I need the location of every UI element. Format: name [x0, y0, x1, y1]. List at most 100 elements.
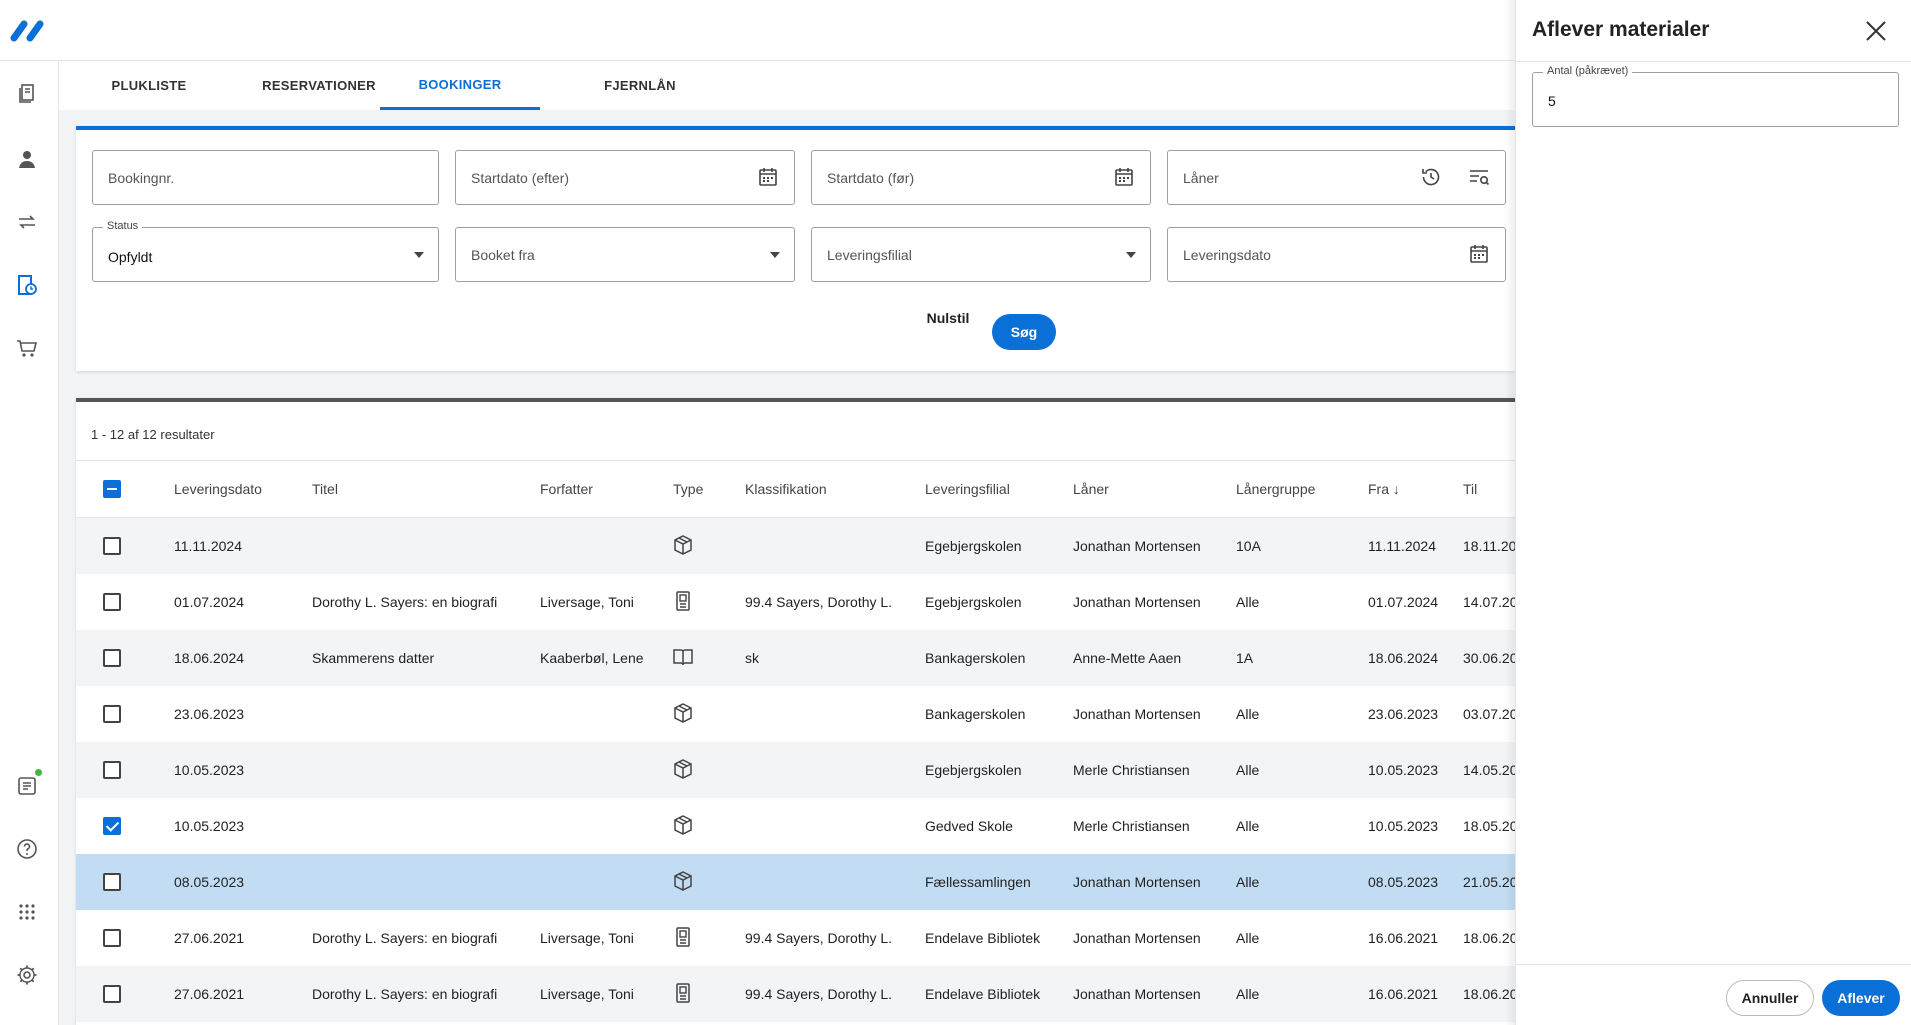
advanced-search-icon[interactable]: [1467, 165, 1491, 189]
column-header-title[interactable]: Titel: [312, 481, 338, 497]
booking-number-input[interactable]: Bookingnr.: [92, 150, 439, 205]
search-button[interactable]: Søg: [992, 314, 1056, 350]
column-header-delivery-date[interactable]: Leveringsdato: [174, 481, 262, 497]
table-row[interactable]: 27.06.2021 Dorothy L. Sayers: en biografi…: [76, 966, 1515, 1022]
row-checkbox[interactable]: [103, 705, 121, 723]
table-row[interactable]: 18.06.2024 Skammerens datter Kaaberbøl, Le…: [76, 630, 1515, 686]
apps-grid-icon[interactable]: [12, 897, 42, 927]
cell-borrower-group: 1A: [1236, 650, 1254, 666]
results-panel: 1 - 12 af 12 resultater Leveringsdato Ti…: [76, 398, 1515, 1025]
tab-bookinger[interactable]: BOOKINGER: [380, 61, 540, 110]
column-header-from[interactable]: Fra ↓: [1368, 481, 1400, 497]
news-icon[interactable]: [12, 769, 42, 801]
row-checkbox[interactable]: [103, 817, 121, 835]
cell-author: Liversage, Toni: [540, 930, 634, 946]
cell-borrower-group: Alle: [1236, 874, 1260, 890]
package-icon: [674, 535, 692, 555]
borrower-input[interactable]: Låner: [1167, 150, 1506, 205]
start-after-placeholder: Startdato (efter): [471, 170, 570, 186]
close-icon[interactable]: [1861, 16, 1891, 46]
table-row[interactable]: 11.11.2024 Egebjergskolen Jonathan Mortens…: [76, 518, 1515, 574]
calendar-icon[interactable]: [756, 165, 780, 189]
table-row[interactable]: 10.05.2023 Gedved Skole Merle Christiansen…: [76, 798, 1515, 854]
history-icon[interactable]: [1419, 165, 1443, 189]
calendar-icon[interactable]: [1112, 165, 1136, 189]
ebook-icon: [676, 983, 690, 1003]
cell-from: 01.07.2024: [1368, 594, 1439, 610]
cell-delivery-branch: Fællessamlingen: [925, 874, 1031, 890]
cancel-button[interactable]: Annuller: [1726, 980, 1814, 1016]
cell-classification: sk: [745, 650, 759, 666]
cell-delivery-branch: Egebjergskolen: [925, 594, 1022, 610]
start-before-input[interactable]: Startdato (før): [811, 150, 1151, 205]
row-checkbox[interactable]: [103, 649, 121, 667]
select-all-checkbox[interactable]: [103, 480, 121, 498]
package-icon: [674, 815, 692, 835]
column-header-borrower-group[interactable]: Lånergruppe: [1236, 481, 1315, 497]
package-icon: [674, 871, 692, 891]
row-checkbox[interactable]: [103, 929, 121, 947]
row-checkbox[interactable]: [103, 593, 121, 611]
app-logo[interactable]: [10, 18, 48, 42]
cell-borrower-group: Alle: [1236, 706, 1260, 722]
divider: [1516, 61, 1911, 62]
delivery-branch-placeholder: Leveringsfilial: [827, 247, 912, 263]
settings-gear-icon[interactable]: [12, 960, 42, 990]
quantity-label: Antal (påkrævet): [1543, 65, 1633, 77]
row-checkbox[interactable]: [103, 537, 121, 555]
cell-delivery-branch: Endelave Bibliotek: [925, 986, 1041, 1002]
column-header-author[interactable]: Forfatter: [540, 481, 593, 497]
cell-borrower: Jonathan Mortensen: [1073, 930, 1201, 946]
column-header-borrower[interactable]: Låner: [1073, 481, 1109, 497]
sort-arrow-down-icon: ↓: [1392, 481, 1400, 497]
borrower-icon[interactable]: [12, 144, 42, 174]
table-row[interactable]: 23.06.2023 Bankagerskolen Jonathan Mortens…: [76, 686, 1515, 742]
start-after-input[interactable]: Startdato (efter): [455, 150, 795, 205]
booked-from-select[interactable]: Booket fra: [455, 227, 795, 282]
row-checkbox[interactable]: [103, 985, 121, 1003]
cell-borrower: Anne-Mette Aaen: [1073, 650, 1182, 666]
deliver-button[interactable]: Aflever: [1822, 980, 1900, 1016]
copies-icon[interactable]: [12, 79, 42, 109]
table-header: Leveringsdato Titel Forfatter Type Klass…: [76, 460, 1515, 518]
table-row[interactable]: 01.07.2024 Dorothy L. Sayers: en biografi…: [76, 574, 1515, 630]
transfer-icon[interactable]: [12, 207, 42, 237]
delivery-date-input[interactable]: Leveringsdato: [1167, 227, 1506, 282]
quantity-input[interactable]: Antal (påkrævet) 5: [1532, 65, 1899, 127]
cell-borrower-group: Alle: [1236, 986, 1260, 1002]
column-header-type[interactable]: Type: [673, 481, 703, 497]
row-checkbox[interactable]: [103, 873, 121, 891]
cell-from: 08.05.2023: [1368, 874, 1439, 890]
reset-button[interactable]: Nulstil: [913, 300, 983, 336]
tab-bar: PLUKLISTE RESERVATIONER BOOKINGER FJERNL…: [59, 61, 1515, 110]
cell-delivery-date: 10.05.2023: [174, 762, 245, 778]
table-row[interactable]: 10.05.2023 Egebjergskolen Merle Christians…: [76, 742, 1515, 798]
tab-fjernlan[interactable]: FJERNLÅN: [580, 61, 700, 110]
book-icon: [673, 649, 693, 666]
cell-borrower-group: Alle: [1236, 930, 1260, 946]
calendar-icon[interactable]: [1467, 242, 1491, 266]
cell-classification: 99.4 Sayers, Dorothy L.: [745, 986, 893, 1002]
delivery-branch-select[interactable]: Leveringsfilial: [811, 227, 1151, 282]
table-row[interactable]: 08.05.2023 Fællessamlingen Jonathan Morten…: [76, 854, 1515, 910]
column-header-delivery-branch[interactable]: Leveringsfilial: [925, 481, 1010, 497]
chevron-down-icon: [414, 252, 424, 258]
column-header-to[interactable]: Til: [1463, 481, 1477, 497]
cell-classification: 99.4 Sayers, Dorothy L.: [745, 594, 893, 610]
cell-delivery-branch: Bankagerskolen: [925, 706, 1026, 722]
tab-reservationer[interactable]: RESERVATIONER: [244, 61, 394, 110]
help-icon[interactable]: [12, 834, 42, 864]
booking-icon[interactable]: [12, 270, 42, 300]
cell-borrower: Jonathan Mortensen: [1073, 538, 1201, 554]
table-row[interactable]: 27.06.2021 Dorothy L. Sayers: en biografi…: [76, 910, 1515, 966]
column-header-classification[interactable]: Klassifikation: [745, 481, 827, 497]
tab-plukliste[interactable]: PLUKLISTE: [89, 61, 209, 110]
panel-title: Aflever materialer: [1532, 18, 1710, 41]
cart-icon[interactable]: [12, 333, 42, 363]
status-select[interactable]: Status Opfyldt: [92, 220, 439, 282]
results-count: 1 - 12 af 12 resultater: [91, 427, 215, 442]
cell-from: 11.11.2024: [1368, 538, 1436, 554]
cell-borrower-group: Alle: [1236, 818, 1260, 834]
row-checkbox[interactable]: [103, 761, 121, 779]
cell-delivery-date: 01.07.2024: [174, 594, 245, 610]
